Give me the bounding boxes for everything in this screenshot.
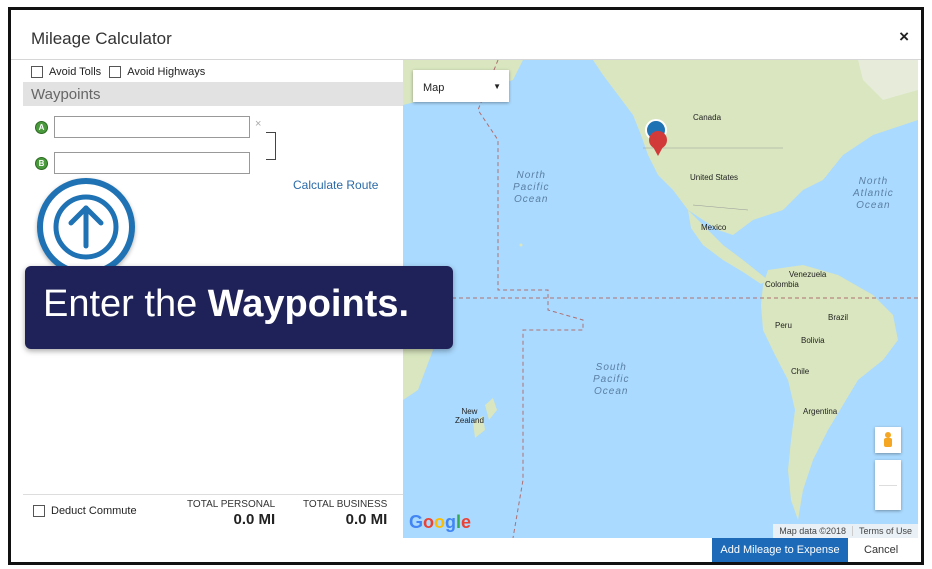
close-icon[interactable]: × [899, 27, 909, 47]
deduct-commute-label: Deduct Commute [51, 505, 137, 517]
dialog-title-bar: Mileage Calculator × [11, 10, 921, 60]
calculate-route-link[interactable]: Calculate Route [293, 178, 378, 192]
dialog-title: Mileage Calculator [31, 29, 172, 48]
zoom-divider [879, 485, 897, 486]
map-label-bolivia: Bolivia [801, 336, 825, 345]
map-geography [403, 60, 918, 538]
callout-text: Enter the Waypoints. [43, 283, 410, 325]
terms-of-use-link[interactable]: Terms of Use [851, 526, 918, 536]
route-options: Avoid Tolls Avoid Highways [31, 66, 213, 78]
map-label-argentina: Argentina [803, 407, 838, 416]
arrow-up-icon [53, 194, 119, 260]
waypoints-title: Waypoints [31, 86, 101, 103]
waypoint-a-input[interactable] [54, 116, 250, 138]
remove-waypoint-icon[interactable]: × [255, 118, 261, 130]
map-label-new-zealand: New Zealand [455, 407, 484, 425]
waypoints-header: Waypoints [23, 82, 403, 106]
swap-waypoints-icon[interactable] [266, 132, 276, 160]
zoom-controls[interactable] [875, 460, 901, 510]
waypoint-b-marker-icon: B [35, 156, 48, 170]
chevron-down-icon: ▼ [493, 82, 501, 91]
map-label-peru: Peru [775, 321, 792, 330]
waypoint-a-row: A [35, 116, 250, 138]
map-label-brazil: Brazil [828, 313, 849, 322]
mileage-summary-bar: Deduct Commute TOTAL PERSONAL 0.0 MI TOT… [23, 494, 403, 538]
total-business-label: TOTAL BUSINESS [303, 499, 388, 510]
waypoint-b-row: B [35, 152, 250, 174]
avoid-highways-checkbox[interactable] [109, 66, 122, 78]
map-label-united-states: United States [690, 173, 739, 182]
map-label-north-atlantic: North Atlantic Ocean [853, 176, 894, 211]
deduct-commute-row: Deduct Commute [33, 505, 137, 517]
add-mileage-button[interactable]: Add Mileage to Expense [712, 538, 848, 562]
map-label-north-pacific: North Pacific Ocean [513, 170, 550, 205]
avoid-tolls-checkbox[interactable] [31, 66, 43, 78]
route-map[interactable]: Map ▼ Canada United States Mexico Venezu… [403, 60, 918, 538]
cancel-button[interactable]: Cancel [864, 544, 898, 556]
map-type-select[interactable]: Map ▼ [413, 70, 509, 102]
map-type-value: Map [423, 82, 445, 94]
total-business: TOTAL BUSINESS 0.0 MI [303, 499, 387, 528]
map-label-venezuela: Venezuela [789, 270, 827, 279]
total-personal: TOTAL PERSONAL 0.0 MI [187, 499, 275, 528]
map-data-credit: Map data ©2018 [779, 526, 846, 536]
avoid-highways-label: Avoid Highways [127, 66, 206, 78]
map-label-south-pacific: South Pacific Ocean [593, 362, 630, 397]
map-attribution: Map data ©2018 Terms of Use [773, 524, 918, 538]
total-personal-label: TOTAL PERSONAL [187, 499, 276, 510]
waypoint-a-marker-icon: A [35, 120, 48, 134]
tutorial-callout: Enter the Waypoints. [25, 266, 453, 349]
total-personal-value: 0.0 MI [233, 511, 276, 528]
callout-badge [37, 178, 135, 276]
google-logo: Google [409, 512, 472, 532]
map-label-chile: Chile [791, 367, 810, 376]
deduct-commute-checkbox[interactable] [33, 505, 45, 517]
map-label-canada: Canada [693, 113, 722, 122]
map-label-mexico: Mexico [701, 223, 727, 232]
waypoint-b-input[interactable] [54, 152, 250, 174]
street-view-pegman-icon[interactable] [875, 427, 901, 453]
avoid-tolls-label: Avoid Tolls [49, 66, 102, 78]
total-business-value: 0.0 MI [345, 511, 388, 528]
map-label-colombia: Colombia [765, 280, 799, 289]
